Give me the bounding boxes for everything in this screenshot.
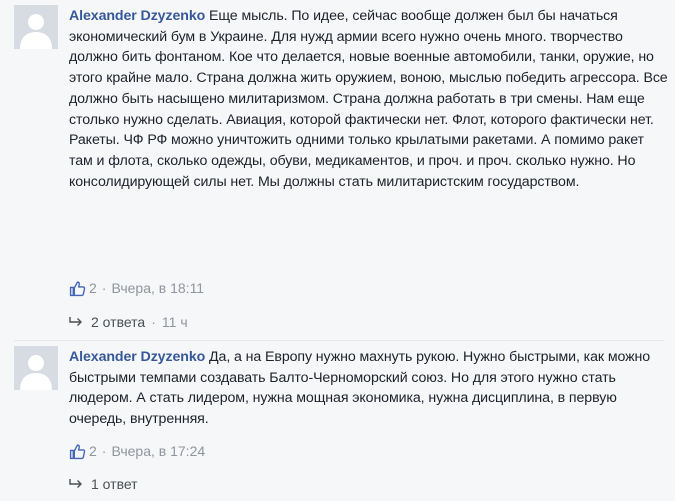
replies-time: 11 ч	[161, 314, 188, 330]
like-count[interactable]: 2	[89, 443, 97, 459]
comment-meta: 2 · Вчера, в 18:11	[69, 278, 204, 298]
reply-arrow-icon	[69, 479, 82, 488]
default-avatar-icon	[14, 346, 58, 390]
like-thumb-icon[interactable]	[69, 443, 86, 460]
replies-count[interactable]: 2 ответа	[91, 314, 145, 330]
comment-meta: 2 · Вчера, в 17:24	[69, 441, 205, 461]
like-thumb-icon[interactable]	[69, 280, 86, 297]
comment-timestamp[interactable]: Вчера, в 17:24	[111, 443, 205, 459]
like-count[interactable]: 2	[89, 280, 97, 296]
replies-separator: ·	[151, 314, 156, 330]
replies-count[interactable]: 1 ответ	[91, 476, 138, 492]
meta-separator: ·	[101, 443, 107, 459]
comment-author[interactable]: Alexander Dzyzenko	[69, 349, 205, 365]
commenter-avatar[interactable]	[14, 5, 58, 49]
commenter-avatar[interactable]	[14, 346, 58, 390]
comment-timestamp[interactable]: Вчера, в 18:11	[111, 280, 204, 296]
meta-separator: ·	[101, 280, 107, 296]
comment-body: Alexander Dzyzenko Еще мысль. По идее, с…	[69, 6, 669, 192]
comment-text: Еще мысль. По идее, сейчас вообще должен…	[69, 8, 668, 190]
reply-arrow-icon	[69, 317, 82, 326]
replies-link[interactable]: 2 ответа · 11 ч	[69, 312, 188, 332]
comment-author[interactable]: Alexander Dzyzenko	[69, 8, 205, 24]
comment-divider	[14, 340, 664, 341]
default-avatar-icon	[14, 5, 58, 49]
comment-body: Alexander Dzyzenko Да, а на Европу нужно…	[69, 347, 669, 430]
replies-link[interactable]: 1 ответ	[69, 474, 138, 494]
